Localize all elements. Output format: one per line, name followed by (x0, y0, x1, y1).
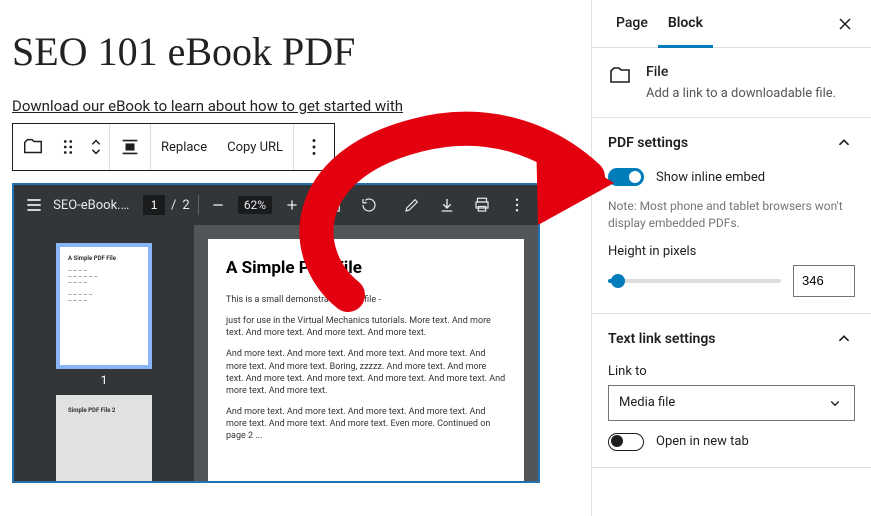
pdf-more-icon[interactable] (503, 191, 530, 219)
file-icon (608, 64, 632, 88)
show-inline-label: Show inline embed (656, 170, 765, 185)
block-name: File (646, 64, 836, 80)
tab-page[interactable]: Page (606, 1, 658, 48)
pdf-embed-block[interactable]: SEO-eBook.p... / 2 62% (12, 183, 540, 483)
text-link-settings-panel: Text link settings Link to Media file Op… (592, 314, 871, 468)
copy-url-button[interactable]: Copy URL (217, 140, 293, 155)
link-to-label: Link to (608, 364, 855, 379)
chevron-up-icon (833, 132, 855, 154)
pdf-page-viewport[interactable]: A Simple PDF File This is a small demons… (194, 225, 538, 481)
height-label: Height in pixels (608, 244, 855, 259)
pdf-thumbnail-1[interactable]: A Simple PDF File — — — —— — — — — —— — … (56, 243, 152, 369)
replace-button[interactable]: Replace (151, 140, 217, 155)
block-info: File Add a link to a downloadable file. (592, 48, 871, 118)
zoom-out-icon[interactable] (207, 193, 230, 217)
text-link-settings-toggle[interactable]: Text link settings (592, 314, 871, 364)
pdf-thumbnail-sidebar[interactable]: A Simple PDF File — — — —— — — — — —— — … (14, 225, 194, 481)
fit-page-icon[interactable] (320, 191, 347, 219)
pdf-thumbnail-2[interactable]: Simple PDF File 2 (56, 395, 152, 481)
drag-handle-icon[interactable] (53, 124, 83, 170)
pdf-page-indicator: / 2 (143, 195, 190, 215)
print-icon[interactable] (468, 191, 495, 219)
draw-icon[interactable] (398, 191, 425, 219)
divider (198, 195, 199, 215)
more-options-button[interactable] (294, 124, 334, 170)
download-icon[interactable] (433, 191, 460, 219)
pdf-total-pages: 2 (182, 198, 189, 213)
open-new-tab-toggle[interactable] (608, 433, 644, 451)
page-title[interactable]: SEO 101 eBook PDF (12, 28, 579, 75)
settings-sidebar: Page Block File Add a link to a download… (591, 0, 871, 516)
thumbnail-label: 1 (101, 373, 108, 387)
tab-block[interactable]: Block (658, 1, 713, 48)
pdf-current-page-input[interactable] (143, 195, 165, 215)
block-toolbar: Replace Copy URL (12, 123, 335, 171)
link-to-select[interactable]: Media file (608, 385, 855, 421)
pdf-viewer-toolbar: SEO-eBook.p... / 2 62% (14, 185, 538, 225)
close-sidebar-button[interactable] (833, 12, 857, 36)
pdf-doc-title: A Simple PDF File (226, 257, 506, 280)
file-block-icon-button[interactable] (13, 124, 53, 170)
move-up-down-icon[interactable] (83, 124, 109, 170)
chevron-up-icon (833, 328, 855, 350)
pdf-filename: SEO-eBook.p... (53, 198, 135, 213)
pdf-menu-icon[interactable] (22, 193, 45, 217)
zoom-in-icon[interactable] (280, 193, 303, 217)
height-slider[interactable] (608, 279, 781, 283)
pdf-settings-toggle[interactable]: PDF settings (592, 118, 871, 168)
align-button[interactable] (110, 124, 150, 170)
page-intro[interactable]: Download our eBook to learn about how to… (12, 97, 579, 115)
pdf-settings-panel: PDF settings Show inline embed Note: Mos… (592, 118, 871, 314)
show-inline-embed-toggle[interactable] (608, 168, 644, 186)
rotate-icon[interactable] (355, 191, 382, 219)
sidebar-tabs: Page Block (592, 0, 871, 48)
height-input[interactable] (793, 265, 855, 297)
pdf-note: Note: Most phone and tablet browsers won… (608, 198, 855, 232)
block-description: Add a link to a downloadable file. (646, 86, 836, 101)
divider (311, 195, 312, 215)
editor-canvas: SEO 101 eBook PDF Download our eBook to … (0, 0, 591, 516)
open-new-tab-label: Open in new tab (656, 434, 749, 449)
pdf-page-content: A Simple PDF File This is a small demons… (208, 239, 524, 481)
pdf-zoom-level[interactable]: 62% (238, 196, 272, 214)
chevron-down-icon (826, 394, 844, 412)
